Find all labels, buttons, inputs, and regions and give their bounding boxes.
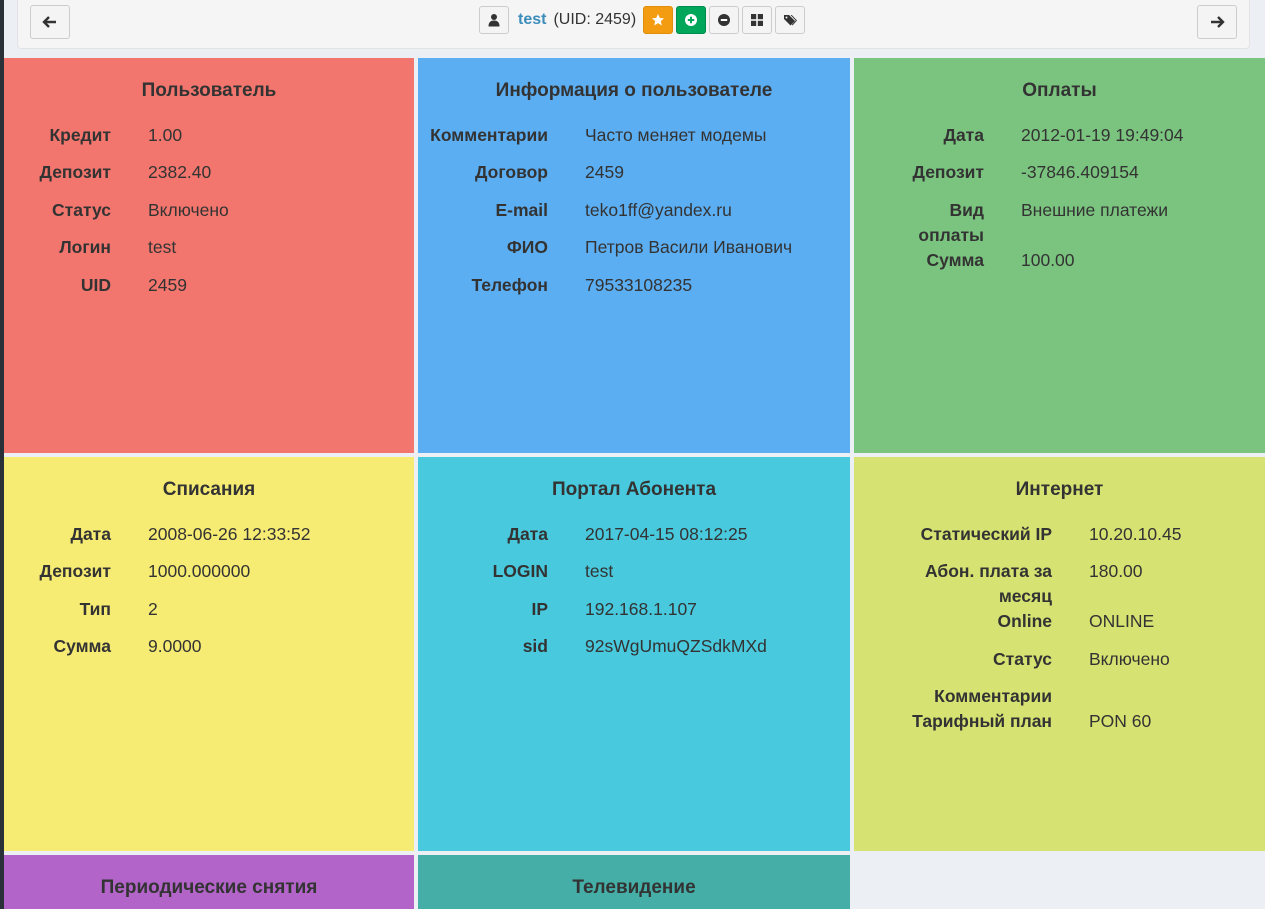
row-label: Кредит: [49, 125, 111, 145]
user-icon: [488, 14, 500, 27]
tags-icon: [784, 15, 798, 26]
row-label: UID: [80, 275, 111, 295]
row-value: ONLINE: [1089, 611, 1155, 631]
panel-title: Оплаты: [1022, 80, 1097, 101]
row-label: Дата: [943, 125, 984, 145]
row-label: E-mail: [495, 200, 548, 220]
row-value: 180.00: [1089, 561, 1143, 581]
panel-subscriber-portal[interactable]: Портал Абонента Дата 2017-04-15 08:12:25 …: [418, 457, 850, 851]
plus-circle-icon: [685, 14, 698, 26]
panel-title: Пользователь: [141, 80, 277, 101]
row-value: 2008-06-26 12:33:52: [148, 524, 311, 544]
panel-internet[interactable]: Интернет Статический IP 10.20.10.45 Абон.…: [854, 457, 1265, 851]
arrow-right-icon: [1211, 16, 1225, 28]
row-label: Комментарии: [934, 686, 1052, 706]
add-button[interactable]: [676, 6, 707, 34]
row-label: Статус: [52, 200, 111, 220]
favorite-button[interactable]: [643, 6, 674, 34]
row-label: Тип: [79, 599, 111, 619]
row-label: ФИО: [506, 237, 548, 257]
row-value: 2: [148, 599, 158, 619]
tags-button[interactable]: [775, 6, 806, 34]
grid-icon: [751, 14, 764, 26]
row-label: Абон. плата за месяц: [925, 561, 1052, 606]
panel-title: Интернет: [1015, 479, 1104, 500]
row-value: Включено: [148, 200, 229, 220]
panel-fees[interactable]: Списания Дата 2008-06-26 12:33:52 Депозит…: [4, 457, 414, 851]
panel-periodic-fees[interactable]: Периодические снятия: [4, 855, 414, 909]
row-label: Договор: [474, 162, 548, 182]
row-label: LOGIN: [492, 561, 548, 581]
user-uid: (UID: 2459): [553, 11, 637, 28]
forward-button[interactable]: [1197, 5, 1237, 39]
panel-user[interactable]: Пользователь Кредит 1.00 Депозит 2382.40 С…: [4, 58, 414, 453]
row-label: sid: [522, 636, 548, 656]
row-label: Сумма: [926, 250, 984, 270]
row-value: 100.00: [1021, 250, 1075, 270]
user-login-link[interactable]: test: [518, 11, 546, 29]
row-value: 1000.000000: [148, 561, 251, 581]
row-value: teko1ff@yandex.ru: [585, 200, 732, 220]
row-value: Петров Васили Иванович: [585, 237, 793, 257]
panel-title: Информация о пользователе: [495, 80, 773, 101]
row-label: IP: [531, 599, 548, 619]
row-label: Статический IP: [920, 524, 1052, 544]
row-value: Внешние платежи: [1021, 200, 1169, 220]
row-value: -37846.409154: [1021, 162, 1139, 182]
row-value: 92sWgUmuQZSdkMXd: [585, 636, 767, 656]
arrow-left-icon: [42, 16, 56, 28]
row-value: Часто меняет модемы: [585, 125, 767, 145]
user-header: test (UID: 2459): [479, 5, 806, 35]
row-label: Депозит: [39, 561, 111, 581]
row-label: Депозит: [912, 162, 984, 182]
row-label: Телефон: [471, 275, 548, 295]
remove-button[interactable]: [709, 6, 740, 34]
panel-user-info[interactable]: Информация о пользователе Комментарии Час…: [418, 58, 850, 453]
panel-title: Телевидение: [572, 877, 696, 898]
row-label: Дата: [70, 524, 111, 544]
row-value: 2017-04-15 08:12:25: [585, 524, 748, 544]
panel-payments[interactable]: Оплаты Дата 2012-01-19 19:49:04 Депозит -3…: [854, 58, 1265, 453]
row-value: 9.0000: [148, 636, 202, 656]
top-toolbar: test (UID: 2459): [17, 0, 1250, 49]
row-label: Сумма: [53, 636, 111, 656]
row-value: 2382.40: [148, 162, 212, 182]
star-icon: [652, 14, 665, 26]
back-button[interactable]: [30, 5, 70, 39]
row-label: Логин: [59, 237, 111, 257]
row-label: Статус: [993, 649, 1052, 669]
minus-circle-icon: [718, 14, 731, 26]
row-value: 2459: [585, 162, 624, 182]
row-value: PON 60: [1089, 711, 1152, 731]
row-label: Вид оплаты: [918, 200, 984, 245]
grid-button[interactable]: [742, 6, 773, 34]
row-label: Online: [997, 611, 1052, 631]
row-label: Дата: [507, 524, 548, 544]
row-value: test: [148, 237, 177, 257]
row-value: 2012-01-19 19:49:04: [1021, 125, 1184, 145]
row-value: 192.168.1.107: [585, 599, 697, 619]
user-button[interactable]: [479, 6, 509, 34]
row-label: Депозит: [39, 162, 111, 182]
panel-title: Списания: [162, 479, 256, 500]
row-label: Тарифный план: [912, 711, 1052, 731]
row-value: 1.00: [148, 125, 183, 145]
row-value: 79533108235: [585, 275, 693, 295]
row-label: Комментарии: [430, 125, 548, 145]
row-value: test: [585, 561, 614, 581]
panel-title: Периодические снятия: [100, 877, 318, 898]
panel-title: Портал Абонента: [551, 479, 717, 500]
row-value: 10.20.10.45: [1089, 524, 1182, 544]
panel-television[interactable]: Телевидение: [418, 855, 850, 909]
row-value: 2459: [148, 275, 187, 295]
row-value: Включено: [1089, 649, 1170, 669]
